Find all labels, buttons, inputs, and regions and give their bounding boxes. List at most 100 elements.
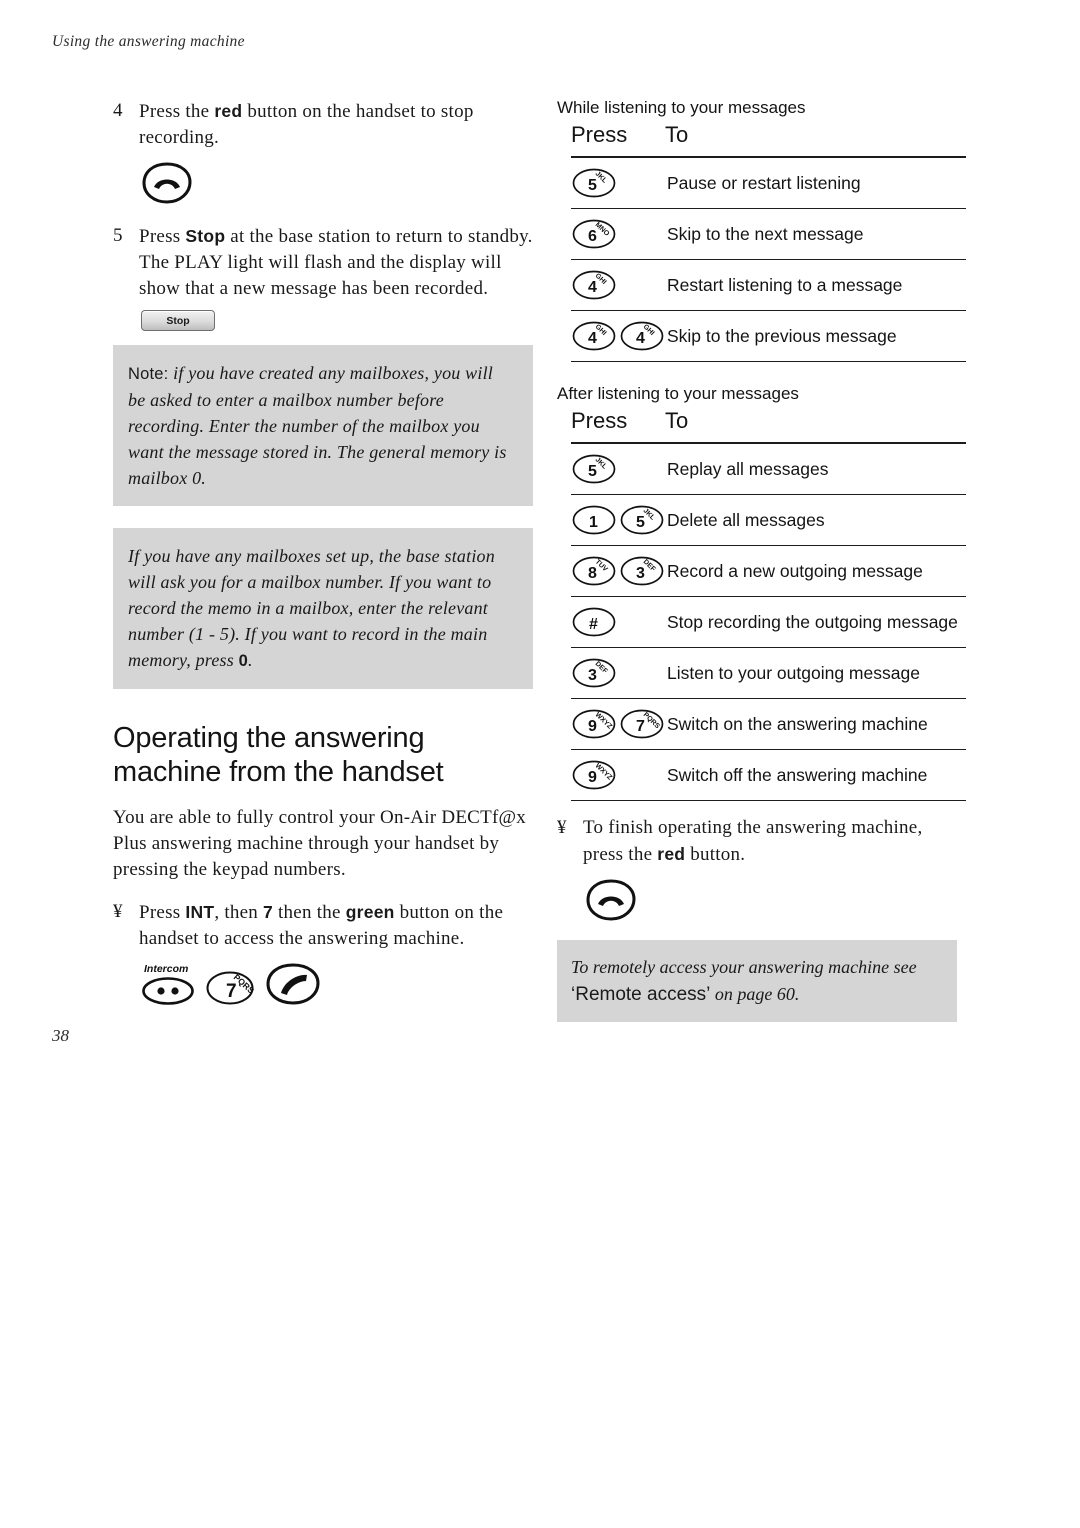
mailbox-note-text-before: If you have any mailboxes set up, the ba…	[128, 546, 495, 670]
key-4-icon: 4GHI	[572, 270, 616, 300]
row-keys-cell: 1 5 JKL	[571, 494, 665, 546]
svg-text:9: 9	[588, 718, 597, 735]
bullet-part-7: 7	[263, 902, 274, 922]
bullet-part-int: INT	[185, 902, 215, 922]
left-column: 4 Press the red button on the handset to…	[113, 98, 533, 1024]
while-listening-body: 5 JKL Pause or restart listening 6 MNO Skip t…	[571, 157, 966, 362]
after-listening-header-to: To	[665, 408, 966, 444]
svg-text:7: 7	[636, 718, 645, 735]
bullet-part-green: green	[345, 902, 395, 922]
key-7-icon: 7 PQRS	[206, 971, 255, 1005]
row-action-label: Listen to your outgoing message	[665, 647, 966, 699]
key-3-icon: 3DEF	[572, 658, 616, 688]
keys-group: 4 GHI	[571, 269, 665, 301]
step-4-text-bold: red	[214, 101, 243, 121]
table-row: # Stop recording the outgoing message	[571, 596, 966, 648]
keys-group: 5 JKL	[571, 453, 665, 485]
note-box-text: if you have created any mailboxes, you w…	[128, 363, 507, 488]
while-listening-table: Press To 5 JKL Pause or restart listening 6…	[571, 122, 966, 362]
step-4-number: 4	[113, 100, 123, 121]
section-heading: Operating the answering machine from the…	[113, 722, 444, 788]
step-5-text: Press Stop at the base station to return…	[139, 223, 533, 302]
finish-part-2: button.	[685, 844, 746, 865]
table-row: 4 GHI 4 GHI Skip to the previous message	[571, 310, 966, 362]
row-keys-cell: #	[571, 596, 665, 648]
bullet-part-2: , then	[214, 902, 264, 923]
right-column: While listening to your messages Press T…	[557, 98, 966, 1022]
table-row: 5 JKL Pause or restart listening	[571, 157, 966, 209]
keys-group: 8 TUV 3 DEF	[571, 555, 665, 587]
intercom-key-caption: Intercom	[144, 963, 189, 975]
row-keys-cell: 9 WXYZ	[571, 749, 665, 801]
key-8-icon: 8TUV	[572, 556, 616, 586]
mailbox-note-bold-value: 0	[238, 652, 249, 670]
step-5-text-bold: Stop	[185, 226, 226, 246]
key-5-icon: 5JKL	[572, 454, 616, 484]
while-listening-header-row: Press To	[571, 122, 966, 158]
keys-group: 4 GHI 4 GHI	[571, 320, 665, 352]
row-action-label: Delete all messages	[665, 494, 966, 546]
row-keys-cell: 9 WXYZ 7 PQRS	[571, 698, 665, 750]
row-action-label: Replay all messages	[665, 443, 966, 495]
step-4-icon-row	[141, 161, 533, 205]
row-keys-cell: 5 JKL	[571, 443, 665, 495]
after-listening-header-press: Press	[571, 408, 665, 444]
svg-text:7: 7	[226, 981, 237, 1002]
row-keys-cell: 4 GHI	[571, 259, 665, 311]
svg-text:5: 5	[636, 514, 645, 531]
row-keys-cell: 6 MNO	[571, 208, 665, 260]
row-keys-cell: 5 JKL	[571, 157, 665, 209]
step-5-text-a: Press	[139, 226, 186, 247]
key-hash-icon: #	[572, 607, 616, 637]
finish-part-0: To finish operating the answering machin…	[583, 817, 923, 865]
running-head: Using the answering machine	[52, 33, 245, 50]
row-action-label: Record a new outgoing message	[665, 545, 966, 597]
manual-page: Using the answering machine 4 Press the …	[0, 0, 1080, 1528]
row-keys-cell: 8 TUV 3 DEF	[571, 545, 665, 597]
keys-group: 6 MNO	[571, 218, 665, 250]
row-action-label: Switch off the answering machine	[665, 749, 966, 801]
svg-text:3: 3	[636, 565, 645, 582]
key-9-icon: 9WXYZ	[572, 760, 616, 790]
pick-up-key-icon	[266, 963, 320, 1005]
keys-group: 5 JKL	[571, 167, 665, 199]
intercom-key-wrap: Intercom	[141, 963, 195, 1006]
svg-text:4: 4	[588, 279, 597, 296]
table-row: 3 DEF Listen to your outgoing message	[571, 647, 966, 699]
step-4-text: Press the red button on the handset to s…	[139, 98, 533, 151]
while-listening-header-press: Press	[571, 122, 665, 158]
key-7-icon: 7PQRS	[620, 709, 664, 739]
ref-quoted-title: ‘Remote access’	[571, 984, 711, 1005]
key-9-icon: 9WXYZ	[572, 709, 616, 739]
hang-up-key-icon-2	[586, 879, 636, 921]
handset-key-icon-row: Intercom 7 PQRS	[141, 962, 533, 1006]
hang-up-key-icon	[142, 162, 192, 204]
key-4-icon: 4GHI	[572, 321, 616, 351]
key-3-icon: 3DEF	[620, 556, 664, 586]
table-row: 8 TUV 3 DEF Record a new outgoing message	[571, 545, 966, 597]
finish-icon-row	[585, 878, 957, 922]
svg-text:4: 4	[636, 330, 645, 347]
step-4: 4 Press the red button on the handset to…	[113, 98, 533, 151]
svg-text:8: 8	[588, 565, 597, 582]
key-4-icon: 4GHI	[620, 321, 664, 351]
mailbox-note-text-after: .	[248, 650, 253, 670]
row-action-label: Pause or restart listening	[665, 157, 966, 209]
row-keys-cell: 3 DEF	[571, 647, 665, 699]
svg-text:5: 5	[588, 463, 597, 480]
handset-access-bullet: ¥ Press INT, then 7 then the green butto…	[113, 899, 533, 952]
after-listening-body: 5 JKL Replay all messages 1 5 JKL Delete all m…	[571, 443, 966, 801]
key-6-icon: 6MNO	[572, 219, 616, 249]
finish-bullet-marker: ¥	[557, 817, 567, 838]
svg-text:1: 1	[589, 514, 598, 531]
table-row: 9 WXYZ Switch off the answering machine	[571, 749, 966, 801]
page-number: 38	[52, 1026, 69, 1045]
step-5: 5 Press Stop at the base station to retu…	[113, 223, 533, 302]
bullet-part-0: Press	[139, 902, 186, 923]
table-row: 1 5 JKL Delete all messages	[571, 494, 966, 546]
row-action-label: Skip to the next message	[665, 208, 966, 260]
keys-group: #	[571, 606, 665, 638]
key-1-icon: 1	[572, 505, 616, 535]
svg-text:3: 3	[588, 667, 597, 684]
mailbox-note-box: If you have any mailboxes set up, the ba…	[113, 528, 533, 689]
